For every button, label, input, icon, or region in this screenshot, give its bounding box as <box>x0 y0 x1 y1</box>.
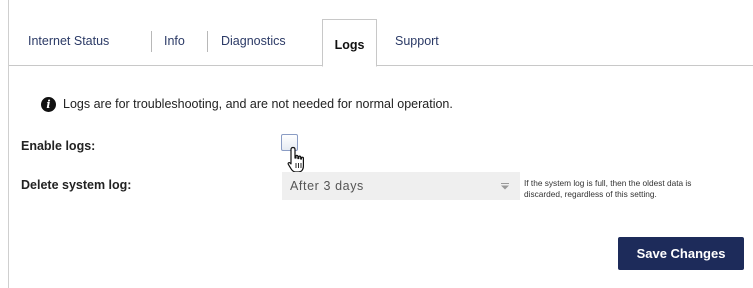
delete-log-help-text: If the system log is full, then the olde… <box>524 178 692 199</box>
tab-logs[interactable]: Logs <box>322 19 377 67</box>
info-notice: i Logs are for troubleshooting, and are … <box>41 96 453 112</box>
info-message: Logs are for troubleshooting, and are no… <box>63 97 453 111</box>
chevron-down-icon <box>501 183 509 190</box>
logs-panel: Internet Status Info Diagnostics Logs Su… <box>8 0 753 288</box>
delete-system-log-select[interactable]: After 3 days <box>282 172 520 200</box>
tab-support[interactable]: Support <box>395 34 439 48</box>
info-icon: i <box>41 96 56 112</box>
tab-info[interactable]: Info <box>164 34 185 48</box>
tab-diagnostics[interactable]: Diagnostics <box>221 34 286 48</box>
tab-internet-status[interactable]: Internet Status <box>28 34 109 48</box>
save-changes-button[interactable]: Save Changes <box>618 237 744 270</box>
tab-divider <box>151 31 152 52</box>
delete-system-log-label: Delete system log: <box>21 178 132 192</box>
select-value: After 3 days <box>290 179 364 193</box>
tab-bar: Internet Status Info Diagnostics Logs Su… <box>9 19 753 67</box>
tab-divider <box>207 31 208 52</box>
enable-logs-label: Enable logs: <box>21 139 96 153</box>
